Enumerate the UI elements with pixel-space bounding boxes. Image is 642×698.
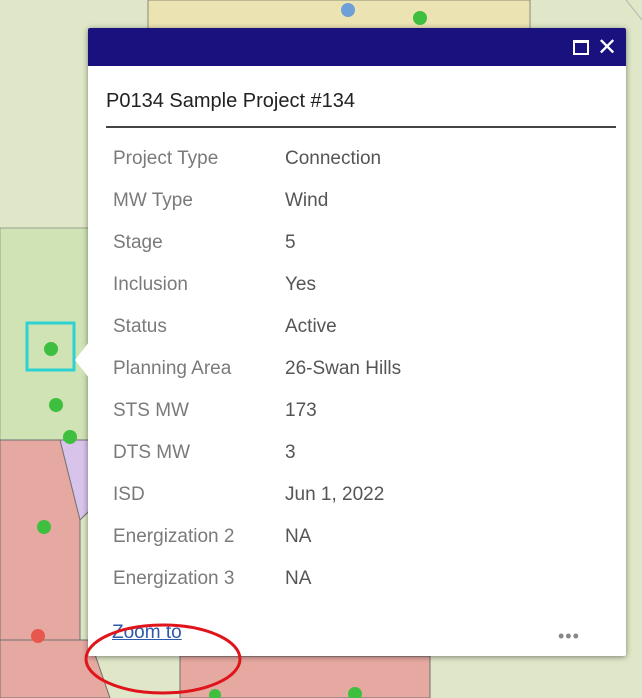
map-point-green[interactable] — [49, 398, 63, 412]
map-point-green[interactable] — [413, 11, 427, 25]
map-region-green — [0, 227, 91, 441]
attribute-row: Energization 2 NA — [113, 526, 311, 548]
map-point-green[interactable] — [63, 430, 77, 444]
selected-map-point[interactable] — [44, 342, 58, 356]
popup-header: ✕ — [88, 28, 626, 66]
attribute-value: NA — [285, 526, 312, 547]
feature-popup: ✕ P0134 Sample Project #134 Project Type… — [88, 28, 626, 656]
attribute-label: DTS MW — [113, 442, 191, 463]
attribute-value: 173 — [285, 400, 317, 421]
attribute-value: Active — [285, 316, 337, 337]
close-icon[interactable]: ✕ — [596, 35, 618, 59]
title-divider — [106, 126, 616, 128]
attribute-label: Energization 2 — [113, 526, 235, 547]
map-point-blue[interactable] — [341, 3, 355, 17]
map-point-red[interactable] — [31, 629, 45, 643]
attribute-value: 3 — [285, 442, 296, 463]
attribute-row: Status Active — [113, 316, 337, 338]
attribute-row: Stage 5 — [113, 232, 296, 254]
attribute-row: Planning Area 26-Swan Hills — [113, 358, 401, 380]
attribute-row: DTS MW 3 — [113, 442, 296, 464]
attribute-label: ISD — [113, 484, 145, 505]
attribute-row: STS MW 173 — [113, 400, 317, 422]
attribute-label: Stage — [113, 232, 163, 253]
attribute-row: MW Type Wind — [113, 190, 328, 212]
attribute-row: ISD Jun 1, 2022 — [113, 484, 384, 506]
maximize-icon[interactable] — [570, 36, 592, 58]
attribute-row: Energization 3 NA — [113, 568, 311, 590]
attribute-value: 5 — [285, 232, 296, 253]
attribute-value: Jun 1, 2022 — [285, 484, 385, 505]
attribute-label: Inclusion — [113, 274, 188, 295]
attribute-label: Planning Area — [113, 358, 232, 379]
attribute-value: Wind — [285, 190, 329, 211]
attribute-label: Project Type — [113, 148, 219, 169]
more-actions-icon[interactable]: ••• — [558, 626, 580, 647]
attribute-value: Yes — [285, 274, 316, 295]
popup-pointer — [75, 342, 89, 378]
map-point-green[interactable] — [37, 520, 51, 534]
attribute-value: Connection — [285, 148, 382, 169]
attribute-label: STS MW — [113, 400, 189, 421]
popup-title: P0134 Sample Project #134 — [106, 90, 356, 112]
attribute-row: Inclusion Yes — [113, 274, 316, 296]
attribute-label: MW Type — [113, 190, 193, 211]
attribute-label: Energization 3 — [113, 568, 235, 589]
zoom-to-link[interactable]: Zoom to — [112, 622, 182, 644]
attribute-row: Project Type Connection — [113, 148, 381, 170]
attribute-label: Status — [113, 316, 167, 337]
attribute-value: NA — [285, 568, 312, 589]
attribute-value: 26-Swan Hills — [285, 358, 402, 379]
